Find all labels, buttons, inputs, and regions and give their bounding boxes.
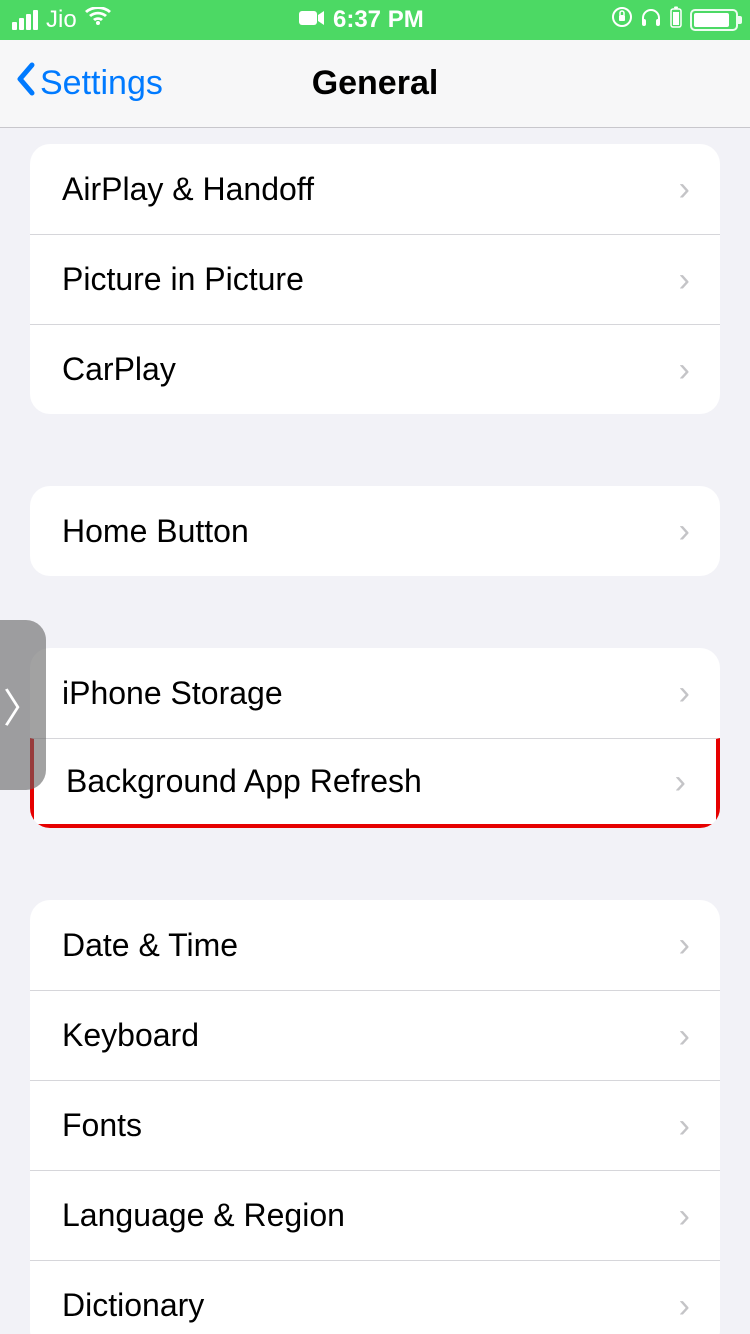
chevron-left-icon bbox=[14, 61, 36, 106]
chevron-right-icon: › bbox=[679, 1019, 690, 1053]
back-label: Settings bbox=[40, 64, 163, 103]
row-label: AirPlay & Handoff bbox=[62, 171, 679, 208]
chevron-right-icon: › bbox=[679, 676, 690, 710]
chevron-right-icon: › bbox=[679, 1289, 690, 1323]
settings-group: Date & Time › Keyboard › Fonts › Languag… bbox=[30, 900, 720, 1334]
row-carplay[interactable]: CarPlay › bbox=[30, 324, 720, 414]
settings-group: AirPlay & Handoff › Picture in Picture ›… bbox=[30, 144, 720, 414]
row-label: Home Button bbox=[62, 513, 679, 550]
row-dictionary[interactable]: Dictionary › bbox=[30, 1260, 720, 1334]
row-language-region[interactable]: Language & Region › bbox=[30, 1170, 720, 1260]
row-background-app-refresh[interactable]: Background App Refresh › bbox=[30, 738, 720, 828]
chevron-right-icon: › bbox=[675, 765, 686, 799]
status-bar: Jio 6:37 PM bbox=[0, 0, 750, 40]
chevron-right-icon: › bbox=[679, 263, 690, 297]
row-fonts[interactable]: Fonts › bbox=[30, 1080, 720, 1170]
clock-time: 6:37 PM bbox=[333, 6, 424, 34]
row-label: Language & Region bbox=[62, 1197, 679, 1234]
carrier-label: Jio bbox=[46, 6, 77, 34]
chevron-right-icon: › bbox=[679, 514, 690, 548]
battery-icon bbox=[690, 9, 738, 31]
chevron-right-icon: › bbox=[679, 172, 690, 206]
row-label: Date & Time bbox=[62, 927, 679, 964]
chevron-right-icon: › bbox=[679, 1109, 690, 1143]
row-date-time[interactable]: Date & Time › bbox=[30, 900, 720, 990]
chevron-right-icon: › bbox=[679, 928, 690, 962]
row-home-button[interactable]: Home Button › bbox=[30, 486, 720, 576]
camera-icon bbox=[299, 6, 325, 34]
headphones-icon bbox=[640, 6, 662, 34]
row-label: Picture in Picture bbox=[62, 261, 679, 298]
row-label: CarPlay bbox=[62, 351, 679, 388]
row-label: Keyboard bbox=[62, 1017, 679, 1054]
back-button[interactable]: Settings bbox=[0, 61, 163, 106]
side-drawer-handle[interactable]: 〉 bbox=[0, 620, 46, 790]
chevron-right-icon: 〉 bbox=[3, 676, 43, 734]
chevron-right-icon: › bbox=[679, 1199, 690, 1233]
orientation-lock-icon bbox=[612, 6, 632, 34]
row-picture-in-picture[interactable]: Picture in Picture › bbox=[30, 234, 720, 324]
row-airplay-handoff[interactable]: AirPlay & Handoff › bbox=[30, 144, 720, 234]
settings-group: Home Button › bbox=[30, 486, 720, 576]
row-label: iPhone Storage bbox=[62, 675, 679, 712]
chevron-right-icon: › bbox=[679, 353, 690, 387]
nav-bar: Settings General bbox=[0, 40, 750, 128]
signal-bars-icon bbox=[12, 10, 38, 30]
settings-group: iPhone Storage › Background App Refresh … bbox=[30, 648, 720, 828]
settings-content: AirPlay & Handoff › Picture in Picture ›… bbox=[0, 128, 750, 1334]
row-iphone-storage[interactable]: iPhone Storage › bbox=[30, 648, 720, 738]
row-label: Fonts bbox=[62, 1107, 679, 1144]
row-keyboard[interactable]: Keyboard › bbox=[30, 990, 720, 1080]
row-label: Dictionary bbox=[62, 1287, 679, 1324]
row-label: Background App Refresh bbox=[66, 763, 675, 800]
battery-portrait-icon bbox=[670, 6, 682, 35]
wifi-icon bbox=[85, 6, 111, 34]
